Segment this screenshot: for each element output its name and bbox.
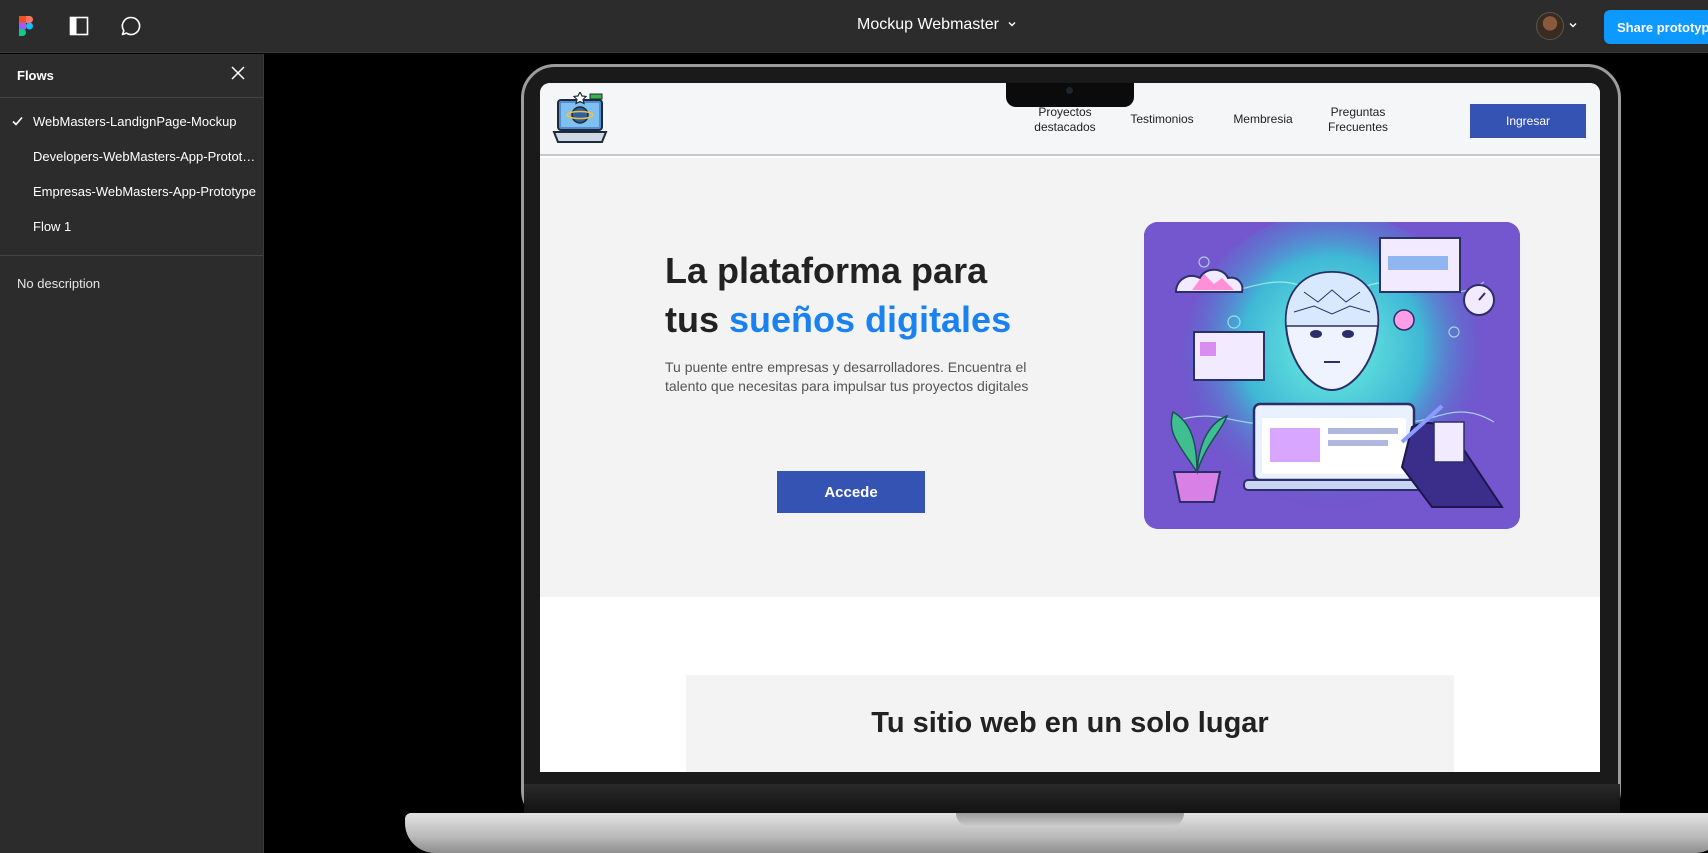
document-title[interactable]: Mockup Webmaster	[857, 16, 1017, 34]
login-button[interactable]: Ingresar	[1470, 104, 1586, 138]
close-icon[interactable]	[231, 66, 245, 85]
hero-section: La plataforma para tus sueños digitales …	[540, 158, 1600, 597]
figma-logo-icon[interactable]	[14, 14, 38, 38]
flow-label: WebMasters-LandignPage-Mockup	[33, 114, 237, 129]
flow-item-flow-1[interactable]: Flow 1	[0, 209, 263, 244]
accede-button[interactable]: Accede	[777, 471, 925, 513]
hero-title-plain: tus	[665, 299, 730, 340]
laptop-trackpad-notch	[956, 813, 1184, 827]
flows-list: WebMasters-LandignPage-Mockup Developers…	[0, 98, 263, 256]
hero-subtitle: Tu puente entre empresas y desarrollador…	[665, 359, 1029, 394]
nav-link-preguntas[interactable]: Preguntas Frecuentes	[1318, 83, 1398, 156]
nav-link-membresia[interactable]: Membresia	[1223, 83, 1303, 156]
comment-icon[interactable]	[119, 14, 143, 38]
flows-title: Flows	[17, 68, 54, 83]
top-toolbar: Mockup Webmaster Share prototype	[0, 0, 1708, 53]
flows-sidebar: Flows WebMasters-LandignPage-Mockup Deve…	[0, 54, 264, 853]
panel-toggle-icon[interactable]	[67, 14, 91, 38]
prototype-screen: Proyectos destacados Testimonios Membres…	[540, 83, 1600, 772]
checkmark-icon	[12, 115, 23, 130]
hero-title-line2: tus sueños digitales	[665, 295, 1085, 344]
camera-icon	[1066, 87, 1073, 94]
flow-item-landing-page[interactable]: WebMasters-LandignPage-Mockup	[0, 104, 263, 139]
section-title: Tu sitio web en un solo lugar	[871, 707, 1269, 739]
hero-title-line1: La plataforma para	[665, 250, 988, 291]
hero-illustration	[1144, 222, 1520, 529]
chevron-down-icon	[1007, 16, 1017, 34]
flow-label: Developers-WebMasters-App-Prototype	[33, 149, 259, 164]
flow-description: No description	[17, 276, 101, 291]
webmasters-logo[interactable]	[552, 90, 608, 147]
flow-label: Empresas-WebMasters-App-Prototype	[33, 184, 257, 199]
share-prototype-button[interactable]: Share prototype	[1604, 10, 1708, 44]
laptop-hinge	[524, 784, 1620, 814]
features-section: Tu sitio web en un solo lugar	[686, 675, 1454, 772]
document-title-text: Mockup Webmaster	[857, 16, 999, 33]
hero-title: La plataforma para tus sueños digitales	[665, 246, 1085, 344]
chevron-down-icon	[1568, 17, 1578, 35]
flow-label: Flow 1	[33, 219, 72, 234]
user-menu[interactable]	[1534, 10, 1584, 42]
hero-title-accent: sueños digitales	[729, 299, 1012, 340]
laptop-camera-notch	[1006, 83, 1134, 107]
nav-link-testimonios[interactable]: Testimonios	[1122, 83, 1202, 156]
avatar	[1536, 12, 1564, 40]
flows-header: Flows	[0, 54, 263, 98]
flow-item-empresas[interactable]: Empresas-WebMasters-App-Prototype	[0, 174, 263, 209]
flow-item-developers[interactable]: Developers-WebMasters-App-Prototype	[0, 139, 263, 174]
